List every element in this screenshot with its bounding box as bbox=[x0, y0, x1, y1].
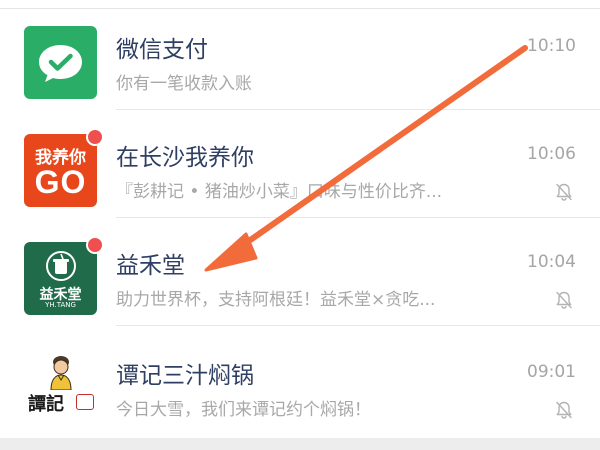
chat-time: 10:10 bbox=[527, 36, 576, 56]
mute-bell-icon bbox=[554, 290, 574, 310]
avatar-text-main: GO bbox=[34, 164, 87, 200]
chef-figure-icon bbox=[50, 356, 72, 390]
unread-badge bbox=[86, 128, 104, 146]
chat-preview: 你有一笔收款入账 bbox=[116, 74, 252, 94]
seal-stamp bbox=[76, 394, 94, 410]
chat-list: 微信支付 你有一笔收款入账 10:10 我养你 GO 在长沙我养你 『彭耕记 •… bbox=[0, 0, 600, 450]
mute-bell-icon bbox=[554, 400, 574, 420]
chat-row-yihetang[interactable]: 益禾堂 YH.TANG 益禾堂 助力世界杯，支持阿根廷！益禾堂×贪吃... 10… bbox=[0, 218, 600, 326]
chat-name: 谭记三汁焖锅 bbox=[116, 363, 254, 389]
chat-row-wechat-pay[interactable]: 微信支付 你有一笔收款入账 10:10 bbox=[0, 2, 600, 110]
chat-preview: 『彭耕记 • 猪油炒小菜』口味与性价比齐... bbox=[116, 182, 443, 202]
chat-name: 益禾堂 bbox=[116, 253, 185, 279]
row-divider bbox=[116, 325, 600, 326]
tanji-logo: 譚記 bbox=[24, 352, 97, 425]
yihetang-emblem-icon bbox=[46, 251, 76, 281]
wechat-pay-icon bbox=[24, 26, 97, 99]
chat-time: 10:06 bbox=[527, 144, 576, 164]
changsha-go-logo: 我养你 GO bbox=[24, 134, 97, 207]
mute-bell-icon bbox=[554, 182, 574, 202]
chat-row-changsha[interactable]: 我养你 GO 在长沙我养你 『彭耕记 • 猪油炒小菜』口味与性价比齐... 10… bbox=[0, 110, 600, 218]
chat-name: 在长沙我养你 bbox=[116, 145, 254, 171]
chat-preview: 助力世界杯，支持阿根廷！益禾堂×贪吃... bbox=[116, 290, 436, 310]
chat-preview: 今日大雪，我们来谭记约个焖锅！ bbox=[116, 400, 371, 420]
chat-row-tanji[interactable]: 譚記 谭记三汁焖锅 今日大雪，我们来谭记约个焖锅！ 09:01 bbox=[0, 328, 600, 436]
avatar-text-main: 譚記 bbox=[28, 394, 64, 415]
bottom-divider bbox=[0, 438, 600, 450]
yihetang-logo: 益禾堂 YH.TANG bbox=[24, 242, 97, 315]
avatar-text-sub: YH.TANG bbox=[45, 301, 76, 309]
unread-badge bbox=[86, 236, 104, 254]
chat-name: 微信支付 bbox=[116, 37, 208, 63]
chat-time: 09:01 bbox=[527, 362, 576, 382]
chat-time: 10:04 bbox=[527, 252, 576, 272]
